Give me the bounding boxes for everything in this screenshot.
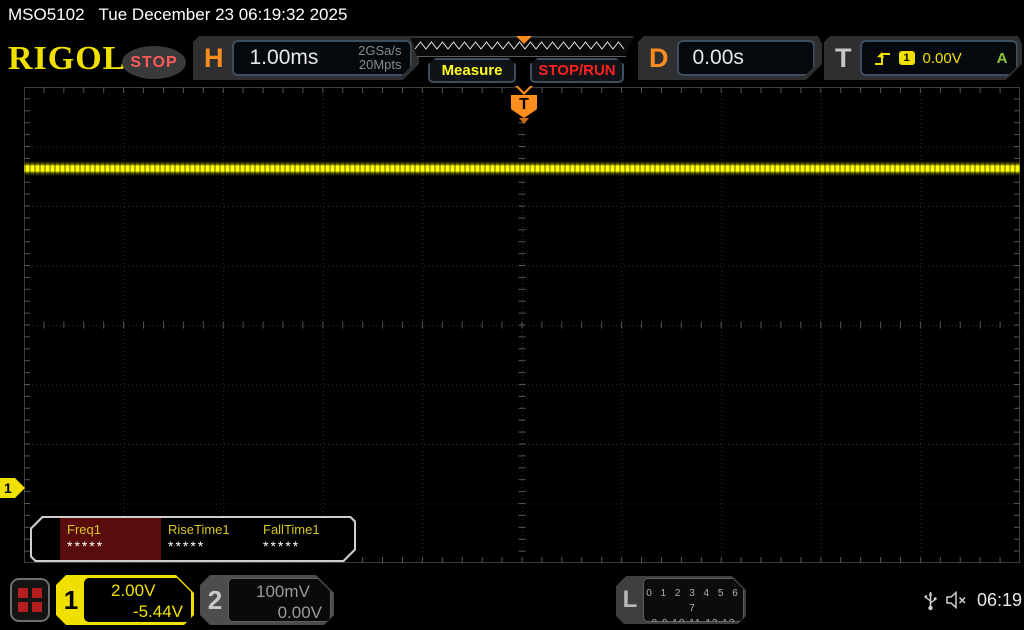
trigger-display[interactable]: 1 0.00V A xyxy=(860,40,1018,76)
channel1-offset: -5.44V xyxy=(132,602,183,621)
trigger-marker-body[interactable]: T xyxy=(511,95,537,118)
top-info-bar: MSO5102 Tue December 23 06:19:32 2025 xyxy=(0,0,1024,30)
grid-icon xyxy=(18,588,28,598)
logic-row1: 0 1 2 3 4 5 6 7 xyxy=(646,588,741,614)
grid-lines xyxy=(24,87,1020,563)
logic-label: L xyxy=(622,586,638,613)
channel1-trace xyxy=(24,161,1020,176)
measurement-risetime1[interactable]: RiseTime1 ***** xyxy=(161,518,256,560)
trigger-hollow-triangle-icon xyxy=(515,86,533,95)
measurement-falltime1[interactable]: FallTime1 ***** xyxy=(256,518,351,560)
trigger-label: T xyxy=(835,42,852,73)
measure-button[interactable]: Measure xyxy=(428,58,516,83)
delay-settings-block[interactable]: D 0.00s xyxy=(638,36,822,80)
sound-muted-icon xyxy=(946,591,966,609)
rigol-logo: RIGOL xyxy=(8,40,127,77)
trigger-sweep-mode: A xyxy=(996,49,1008,67)
measurement-freq1[interactable]: Freq1 ***** xyxy=(60,518,161,560)
channel2-offset: 0.00V xyxy=(277,603,322,622)
measurement-label: Freq1 xyxy=(67,522,101,537)
acquisition-status-text: STOP xyxy=(130,53,178,71)
measurement-panel: Freq1 ***** RiseTime1 ***** FallTime1 **… xyxy=(30,516,356,562)
memory-depth: 20Mpts xyxy=(358,57,402,72)
channel2-scale: 100mV xyxy=(256,582,310,601)
channel2-badge[interactable]: 2 100mV 0.00V xyxy=(200,575,334,625)
oscilloscope-screen: MSO5102 Tue December 23 06:19:32 2025 RI… xyxy=(0,0,1024,630)
sample-rate: 2GSa/s xyxy=(358,43,402,58)
measurement-value: ***** xyxy=(263,538,301,554)
measurement-label: FallTime1 xyxy=(263,522,320,537)
model-name: MSO5102 xyxy=(8,5,85,24)
horizontal-label: H xyxy=(204,42,224,73)
measure-button-label: Measure xyxy=(441,62,503,79)
delay-label: D xyxy=(649,42,669,73)
trigger-marker-tail xyxy=(519,118,529,124)
logic-channels-badge[interactable]: L 0 1 2 3 4 5 6 7 8 9 10 11 12 13 14 15 xyxy=(616,576,746,624)
measurement-panel-inner: Freq1 ***** RiseTime1 ***** FallTime1 **… xyxy=(32,518,354,560)
acquisition-status-badge: STOP xyxy=(122,46,186,79)
datetime-text: Tue December 23 06:19:32 2025 xyxy=(98,5,348,24)
channel1-badge[interactable]: 1 2.00V -5.44V xyxy=(56,575,194,625)
trigger-slope-icon xyxy=(874,51,891,66)
channel1-level-marker[interactable]: 1 xyxy=(0,478,25,498)
stop-run-button[interactable]: STOP/RUN xyxy=(530,58,624,83)
stop-run-button-label: STOP/RUN xyxy=(538,62,616,79)
status-icons: 06:19 xyxy=(924,584,1024,616)
channel1-number: 1 xyxy=(63,584,79,615)
usb-icon xyxy=(924,592,937,611)
trigger-position-marker[interactable]: T xyxy=(510,86,538,124)
trigger-settings-block[interactable]: T 1 0.00V A xyxy=(824,36,1022,80)
preview-trigger-position-icon[interactable] xyxy=(516,36,532,44)
clock-text: 06:19 xyxy=(977,589,1023,610)
channel2-number: 2 xyxy=(207,584,223,615)
waveform-graticule xyxy=(24,87,1020,563)
logic-row2: 8 9 10 11 12 13 14 15 xyxy=(651,618,736,629)
channel1-info: 2.00V -5.44V xyxy=(84,578,191,622)
measurement-value: ***** xyxy=(168,538,206,554)
trigger-level-value: 0.00V xyxy=(922,49,962,67)
channel1-scale: 2.00V xyxy=(111,581,156,600)
delay-display[interactable]: 0.00s xyxy=(677,40,815,76)
measurement-value: ***** xyxy=(67,538,105,554)
horizontal-settings-block[interactable]: H 1.00ms 2GSa/s 20Mpts xyxy=(193,36,419,80)
function-grid-button[interactable] xyxy=(10,578,50,622)
sample-rate-memdepth: 2GSa/s 20Mpts xyxy=(358,44,409,72)
timebase-value: 1.00ms xyxy=(249,46,319,69)
horizontal-display[interactable]: 1.00ms 2GSa/s 20Mpts xyxy=(232,40,412,76)
trigger-source-badge: 1 xyxy=(899,51,915,65)
logic-channel-list: 0 1 2 3 4 5 6 7 8 9 10 11 12 13 14 15 xyxy=(643,578,744,622)
channel2-info: 100mV 0.00V xyxy=(228,578,331,622)
delay-value: 0.00s xyxy=(692,46,744,69)
measurement-label: RiseTime1 xyxy=(168,522,230,537)
